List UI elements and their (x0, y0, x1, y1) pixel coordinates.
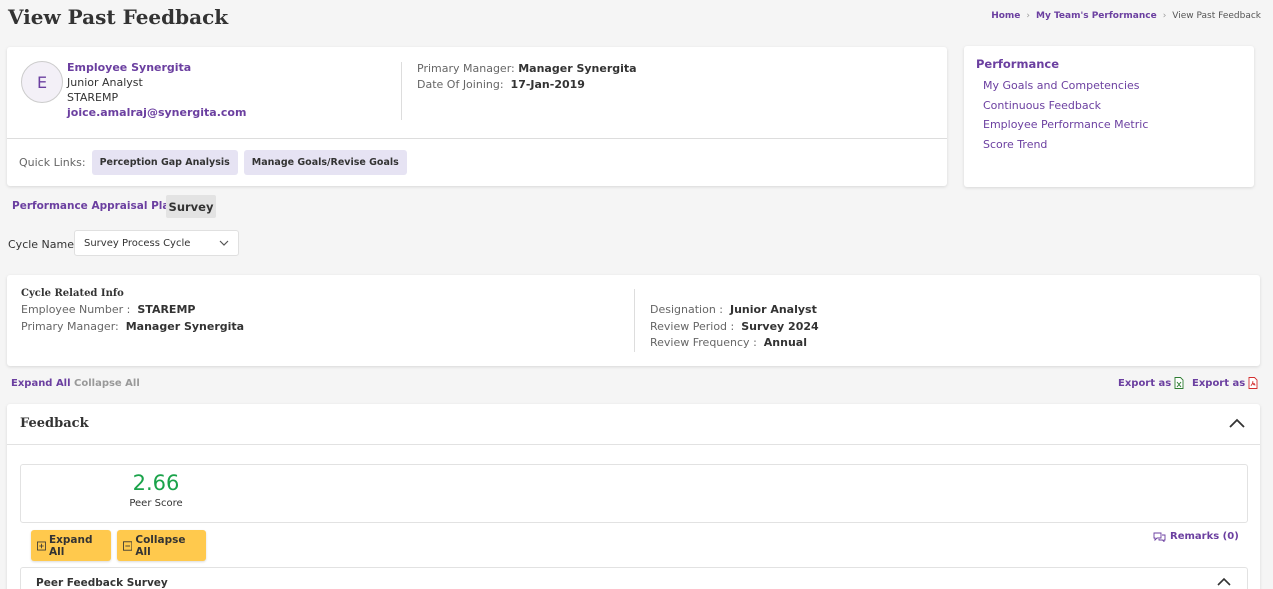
chevron-up-icon[interactable] (1217, 577, 1231, 586)
cycle-info-card: Cycle Related Info Employee Number : STA… (7, 275, 1260, 366)
plus-square-icon (37, 541, 46, 550)
collapse-all-link[interactable]: Collapse All (74, 378, 140, 389)
peer-score-label: Peer Score (129, 498, 183, 509)
comments-icon (1153, 532, 1166, 542)
side-panel-title: Performance (976, 57, 1060, 71)
cycle-primary-manager-value: Manager Synergita (125, 319, 245, 333)
breadcrumb-current: View Past Feedback (1172, 11, 1261, 21)
export-pdf-label: Export as (1192, 377, 1246, 389)
feedback-expand-all-label: Expand All (48, 533, 93, 558)
doj-label: Date Of Joining: (417, 78, 504, 91)
page-title: View Past Feedback (8, 5, 229, 29)
primary-manager-label: Primary Manager: (417, 62, 515, 75)
peer-feedback-survey-section[interactable]: Peer Feedback Survey (20, 567, 1248, 589)
expand-all-link[interactable]: Expand All (11, 378, 71, 389)
review-period-value: Survey 2024 (741, 319, 819, 333)
review-frequency-label: Review Frequency : (650, 336, 757, 349)
employee-designation: Junior Analyst (67, 76, 143, 89)
primary-manager-value: Manager Synergita (518, 62, 637, 75)
remarks-label: Remarks (0) (1170, 531, 1239, 542)
peer-score-value: 2.66 (132, 471, 180, 495)
employee-code: STAREMP (67, 91, 119, 104)
feedback-expand-all-button[interactable]: Expand All (31, 530, 111, 561)
export-excel-button[interactable]: Export as (1118, 377, 1184, 389)
peer-score-box: 2.66 Peer Score (20, 464, 1248, 523)
side-link-goals[interactable]: My Goals and Competencies (976, 76, 1242, 96)
feedback-card: Feedback 2.66 Peer Score Expand All Coll… (7, 404, 1260, 589)
employee-name[interactable]: Employee Synergita (67, 60, 246, 75)
pdf-file-icon (1248, 377, 1258, 389)
side-link-performance-metric[interactable]: Employee Performance Metric (976, 115, 1242, 135)
cycle-name-label: Cycle Name (8, 238, 75, 251)
doj-value: 17-Jan-2019 (510, 78, 585, 91)
cycle-info-left: Employee Number : STAREMP Primary Manage… (21, 302, 244, 335)
employee-number-value: STAREMP (137, 303, 196, 316)
feedback-header[interactable]: Feedback (7, 404, 1260, 445)
cycle-info-right: Designation : Junior Analyst Review Peri… (650, 302, 819, 352)
manager-info: Primary Manager: Manager Synergita Date … (417, 61, 637, 93)
cycle-primary-manager-label: Primary Manager: (21, 319, 119, 333)
review-period-label: Review Period : (650, 319, 735, 333)
performance-side-panel: Performance My Goals and Competencies Co… (964, 46, 1254, 187)
divider (401, 62, 402, 120)
divider (634, 289, 635, 352)
minus-square-icon (123, 540, 133, 551)
employee-number-label: Employee Number : (21, 303, 131, 316)
chevron-right-icon: › (1026, 11, 1030, 21)
excel-file-icon (1174, 377, 1184, 389)
feedback-collapse-all-button[interactable]: Collapse All (117, 530, 206, 561)
divider (7, 138, 947, 139)
remarks-link[interactable]: Remarks (0) (1153, 531, 1239, 542)
avatar: E (21, 61, 63, 103)
cycle-name-select[interactable]: Survey Process Cycle (74, 230, 239, 256)
cycle-info-title: Cycle Related Info (21, 288, 124, 299)
tab-survey[interactable]: Survey (166, 195, 216, 218)
export-pdf-button[interactable]: Export as (1192, 377, 1258, 389)
tab-performance-appraisal-plan[interactable]: Performance Appraisal Plan (12, 200, 177, 212)
quick-links-label: Quick Links: (19, 156, 86, 169)
review-frequency-value: Annual (763, 336, 807, 349)
chevron-down-icon (219, 240, 229, 246)
manage-goals-link[interactable]: Manage Goals/Revise Goals (243, 150, 407, 175)
employee-card: E Employee Synergita Junior Analyst STAR… (7, 47, 947, 186)
chevron-up-icon[interactable] (1229, 418, 1245, 428)
peer-feedback-survey-title: Peer Feedback Survey (36, 577, 168, 589)
breadcrumb-team-performance[interactable]: My Team's Performance (1036, 11, 1157, 21)
breadcrumb: Home › My Team's Performance › View Past… (991, 11, 1261, 21)
designation-value: Junior Analyst (730, 303, 817, 316)
side-link-continuous-feedback[interactable]: Continuous Feedback (976, 96, 1242, 116)
feedback-collapse-all-label: Collapse All (135, 533, 186, 558)
employee-info: Employee Synergita Junior Analyst STAREM… (67, 60, 246, 120)
breadcrumb-home[interactable]: Home (991, 11, 1020, 21)
feedback-title: Feedback (20, 416, 89, 431)
export-excel-label: Export as (1118, 377, 1172, 389)
employee-email[interactable]: joice.amalraj@synergita.com (67, 105, 246, 120)
perception-gap-analysis-link[interactable]: Perception Gap Analysis (91, 150, 238, 175)
quick-links: Quick Links: Perception Gap Analysis Man… (19, 150, 407, 175)
cycle-name-value: Survey Process Cycle (84, 237, 191, 249)
designation-label: Designation : (650, 303, 723, 316)
side-link-score-trend[interactable]: Score Trend (976, 135, 1242, 155)
chevron-right-icon: › (1162, 11, 1167, 21)
